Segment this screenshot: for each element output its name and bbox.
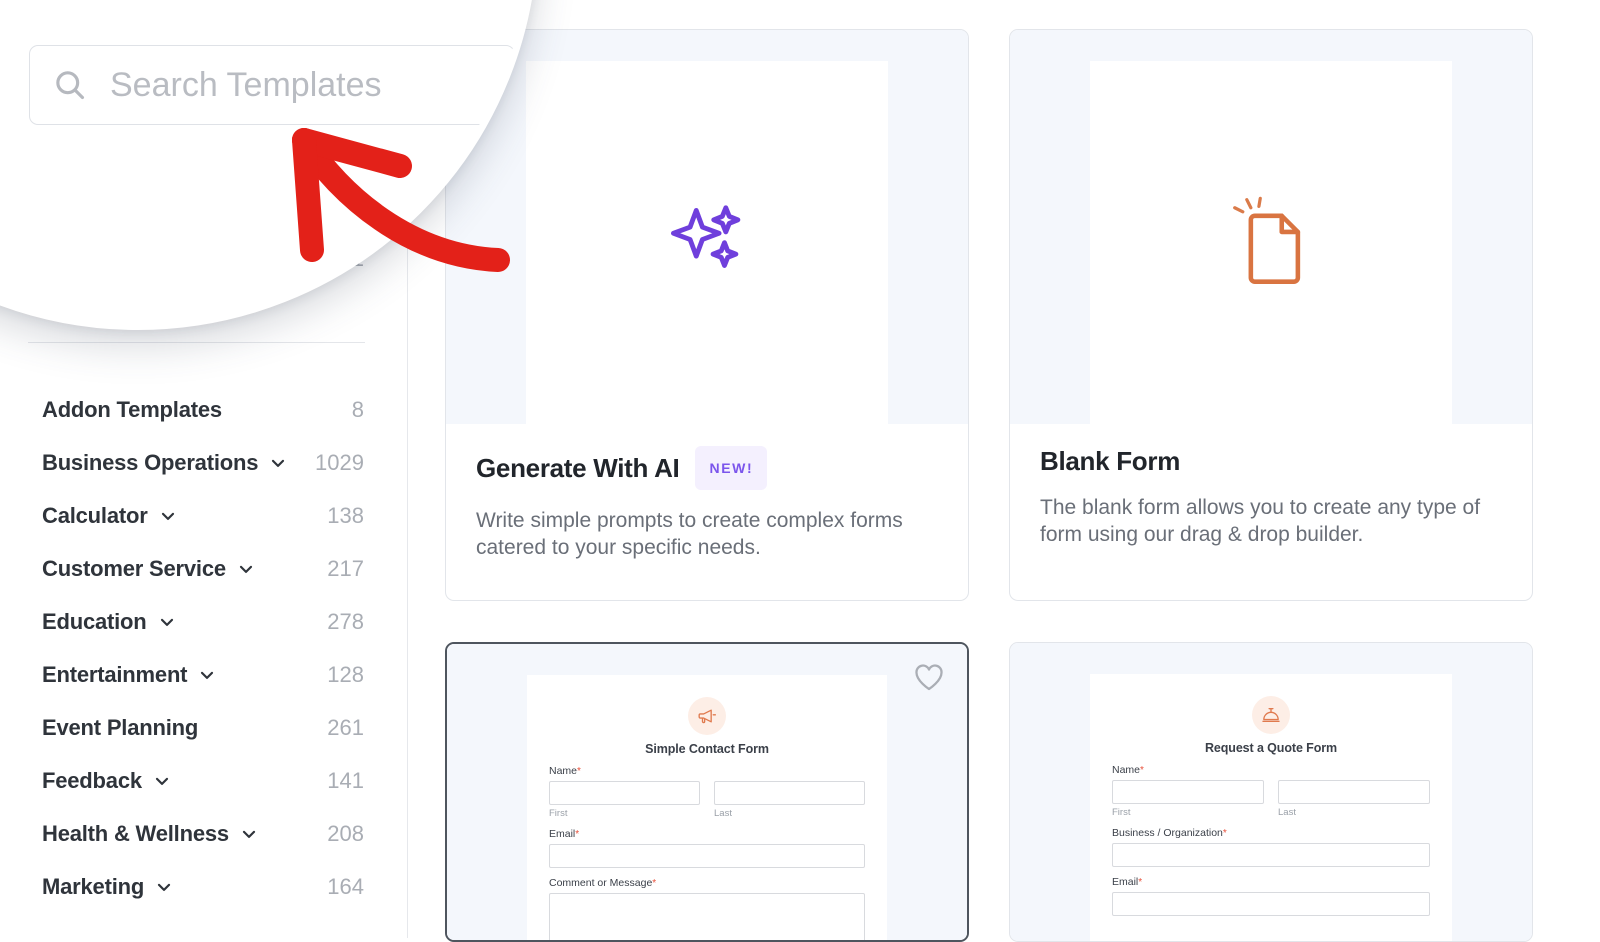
template-card-simple-contact-form[interactable]: Simple Contact Form Name* First Last bbox=[445, 642, 969, 942]
sidebar-item-label: Entertainment bbox=[42, 662, 187, 688]
form-preview: Simple Contact Form Name* First Last bbox=[527, 675, 887, 942]
field-input-business[interactable] bbox=[1112, 843, 1430, 867]
magnified-search-templates-field[interactable] bbox=[29, 45, 515, 125]
required-marker: * bbox=[1140, 765, 1144, 776]
sidebar-item-business-operations[interactable]: Business Operations 1029 bbox=[0, 436, 408, 489]
sidebar-item-label: Calculator bbox=[42, 503, 148, 529]
sidebar-item-count: 138 bbox=[327, 503, 364, 529]
template-description: The blank form allows you to create any … bbox=[1040, 495, 1502, 549]
form-preview-title: Request a Quote Form bbox=[1112, 741, 1430, 755]
template-title: Generate With AI bbox=[476, 453, 679, 484]
sidebar-item-count: 141 bbox=[327, 768, 364, 794]
sidebar-item-feedback[interactable]: Feedback 141 bbox=[0, 754, 408, 807]
form-field-email: Email* bbox=[1112, 876, 1430, 916]
required-marker: * bbox=[575, 829, 579, 840]
search-icon bbox=[52, 67, 88, 103]
form-field-name: Name* First Last bbox=[549, 765, 865, 819]
field-sublabel: First bbox=[1112, 807, 1264, 818]
field-label: Name bbox=[1112, 764, 1140, 776]
field-label: Comment or Message bbox=[549, 877, 652, 889]
favorite-heart-icon[interactable] bbox=[913, 662, 945, 697]
field-label: Email bbox=[1112, 876, 1138, 888]
field-input-comment[interactable] bbox=[549, 893, 865, 942]
chevron-down-icon[interactable] bbox=[268, 453, 288, 473]
sidebar-item-label: Addon Templates bbox=[42, 397, 222, 423]
sidebar-item-count: 8 bbox=[352, 397, 364, 423]
field-input-last[interactable] bbox=[1278, 780, 1430, 804]
template-card-request-a-quote-form[interactable]: Request a Quote Form Name* First Last bbox=[1009, 642, 1533, 942]
sidebar-item-entertainment[interactable]: Entertainment 128 bbox=[0, 648, 408, 701]
field-sublabel: First bbox=[549, 808, 700, 819]
chevron-down-icon[interactable] bbox=[152, 771, 172, 791]
sidebar-item-label: Education bbox=[42, 609, 147, 635]
sidebar-item-label: Feedback bbox=[42, 768, 142, 794]
sidebar-item-count: 128 bbox=[327, 662, 364, 688]
sidebar-item-label: Marketing bbox=[42, 874, 144, 900]
magnifier-lens bbox=[0, 0, 538, 330]
sidebar-item-count: 164 bbox=[327, 874, 364, 900]
sidebar-category-list: Addon Templates 8 Business Operations 10… bbox=[0, 383, 408, 913]
required-marker: * bbox=[1223, 828, 1227, 839]
field-input-email[interactable] bbox=[549, 844, 865, 868]
sidebar-item-count: 278 bbox=[327, 609, 364, 635]
required-marker: * bbox=[577, 766, 581, 777]
form-preview-title: Simple Contact Form bbox=[549, 742, 865, 756]
megaphone-icon bbox=[688, 697, 726, 735]
field-sublabel: Last bbox=[1278, 807, 1430, 818]
sidebar-item-label: Health & Wellness bbox=[42, 821, 229, 847]
sidebar-item-count: 217 bbox=[327, 556, 364, 582]
sidebar-item-count: 208 bbox=[327, 821, 364, 847]
sidebar-item-label: Customer Service bbox=[42, 556, 226, 582]
chevron-down-icon[interactable] bbox=[154, 877, 174, 897]
field-input-last[interactable] bbox=[714, 781, 865, 805]
template-description: Write simple prompts to create complex f… bbox=[476, 508, 938, 562]
sparkles-icon bbox=[664, 197, 750, 288]
sidebar-item-health-wellness[interactable]: Health & Wellness 208 bbox=[0, 807, 408, 860]
required-marker: * bbox=[652, 878, 656, 889]
chevron-down-icon[interactable] bbox=[157, 612, 177, 632]
form-field-name: Name* First Last bbox=[1112, 764, 1430, 818]
sidebar-item-calculator[interactable]: Calculator 138 bbox=[0, 489, 408, 542]
sidebar-divider bbox=[28, 342, 365, 343]
form-field-business: Business / Organization* bbox=[1112, 827, 1430, 867]
field-input-first[interactable] bbox=[549, 781, 700, 805]
template-title: Blank Form bbox=[1040, 446, 1180, 477]
chevron-down-icon[interactable] bbox=[158, 506, 178, 526]
form-preview: Request a Quote Form Name* First Last bbox=[1090, 674, 1452, 941]
service-bell-icon bbox=[1252, 696, 1290, 734]
chevron-down-icon[interactable] bbox=[236, 559, 256, 579]
sidebar-item-marketing[interactable]: Marketing 164 bbox=[0, 860, 408, 913]
field-input-email[interactable] bbox=[1112, 892, 1430, 916]
sidebar-item-label: Event Planning bbox=[42, 715, 198, 741]
template-card-blank-form[interactable]: Blank Form The blank form allows you to … bbox=[1009, 29, 1533, 601]
form-field-email: Email* bbox=[549, 828, 865, 868]
magnifier-content bbox=[0, 0, 538, 330]
sidebar-item-addon-templates[interactable]: Addon Templates 8 bbox=[0, 383, 408, 436]
sidebar-item-event-planning[interactable]: Event Planning 261 bbox=[0, 701, 408, 754]
field-input-first[interactable] bbox=[1112, 780, 1264, 804]
magnified-search-input[interactable] bbox=[108, 65, 472, 106]
new-badge: NEW! bbox=[695, 446, 767, 490]
sidebar-item-education[interactable]: Education 278 bbox=[0, 595, 408, 648]
chevron-down-icon[interactable] bbox=[239, 824, 259, 844]
chevron-down-icon[interactable] bbox=[197, 665, 217, 685]
field-sublabel: Last bbox=[714, 808, 865, 819]
sidebar-item-count: 261 bbox=[327, 715, 364, 741]
form-field-comment: Comment or Message* bbox=[549, 877, 865, 942]
required-marker: * bbox=[1138, 877, 1142, 888]
field-label: Business / Organization bbox=[1112, 827, 1223, 839]
field-label: Email bbox=[549, 828, 575, 840]
document-new-icon bbox=[1228, 194, 1314, 291]
sidebar-item-count: 1029 bbox=[315, 450, 364, 476]
sidebar-item-customer-service[interactable]: Customer Service 217 bbox=[0, 542, 408, 595]
field-label: Name bbox=[549, 765, 577, 777]
sidebar-item-label: Business Operations bbox=[42, 450, 258, 476]
template-grid: Generate With AI NEW! Write simple promp… bbox=[443, 0, 1600, 938]
